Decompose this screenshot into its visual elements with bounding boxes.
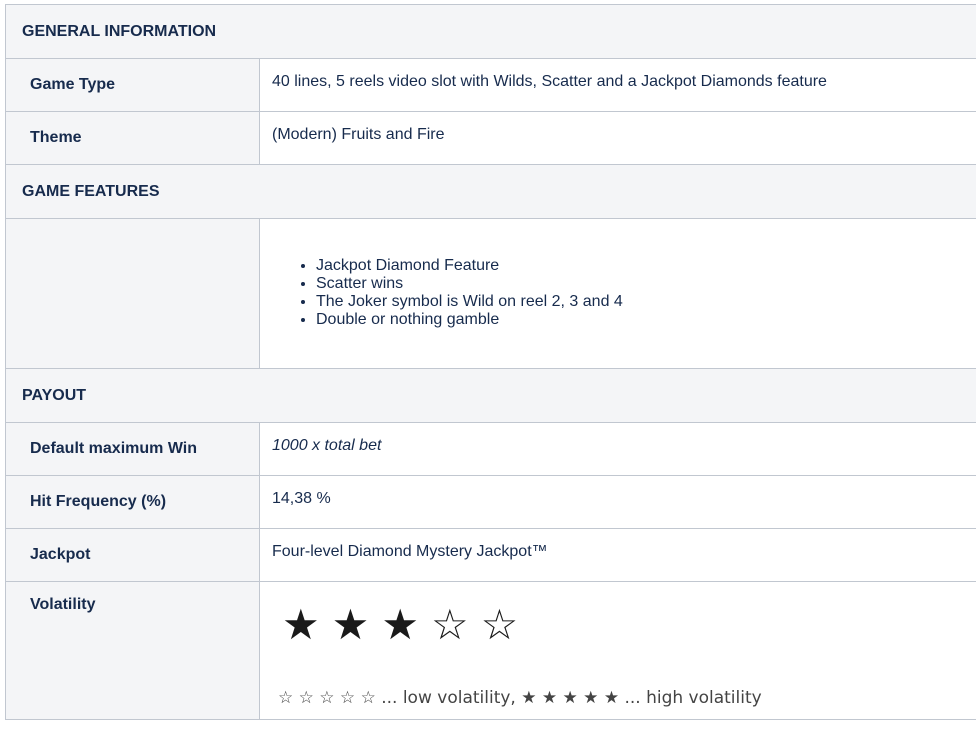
features-list-cell: Jackpot Diamond Feature Scatter wins The… <box>258 218 976 369</box>
star-icon: ★ <box>381 600 423 649</box>
star-icon: ★ <box>282 600 324 649</box>
hit-frequency-label: Hit Frequency (%) <box>5 475 260 529</box>
volatility-legend: ☆ ☆ ☆ ☆ ☆ ... low volatility, ★ ★ ★ ★ ★ … <box>278 688 762 708</box>
features-label-empty <box>5 218 260 369</box>
jackpot-value: Four-level Diamond Mystery Jackpot™ <box>258 528 976 582</box>
game-type-value: 40 lines, 5 reels video slot with Wilds,… <box>258 58 976 112</box>
max-win-value: 1000 x total bet <box>258 422 976 476</box>
star-icon: ★ <box>331 600 374 649</box>
game-type-label: Game Type <box>5 58 260 112</box>
features-list: Jackpot Diamond Feature Scatter wins The… <box>272 257 964 329</box>
jackpot-label: Jackpot <box>5 528 260 582</box>
row-features: Jackpot Diamond Feature Scatter wins The… <box>5 218 976 369</box>
volatility-rating: ★ ★ ★ ☆ ☆ <box>282 600 964 650</box>
star-outline-icon: ☆ <box>430 600 473 649</box>
volatility-cell: ★ ★ ★ ☆ ☆ ☆ ☆ ☆ ☆ ☆ ... low volatility, ★ ★ … <box>258 581 976 720</box>
section-title: GAME FEATURES <box>4 164 976 219</box>
row-jackpot: Jackpot Four-level Diamond Mystery Jackp… <box>5 528 976 582</box>
section-title: PAYOUT <box>4 368 976 423</box>
list-item: Scatter wins <box>316 275 964 293</box>
row-hit-frequency: Hit Frequency (%) 14,38 % <box>5 475 976 529</box>
section-title: GENERAL INFORMATION <box>4 4 976 59</box>
section-payout: PAYOUT <box>4 368 976 423</box>
hit-frequency-value: 14,38 % <box>258 475 976 529</box>
list-item: Jackpot Diamond Feature <box>316 257 964 275</box>
star-outline-icon: ☆ <box>480 600 523 649</box>
row-volatility: Volatility ★ ★ ★ ☆ ☆ ☆ ☆ ☆ ☆ ☆ ... low volat… <box>5 581 976 720</box>
theme-label: Theme <box>5 111 260 165</box>
theme-value: (Modern) Fruits and Fire <box>258 111 976 165</box>
game-info-table: GENERAL INFORMATION Game Type 40 lines, … <box>4 4 976 720</box>
section-general-information: GENERAL INFORMATION <box>4 4 976 59</box>
volatility-label: Volatility <box>5 581 260 720</box>
row-max-win: Default maximum Win 1000 x total bet <box>5 422 976 476</box>
list-item: The Joker symbol is Wild on reel 2, 3 an… <box>316 293 964 311</box>
row-game-type: Game Type 40 lines, 5 reels video slot w… <box>5 58 976 112</box>
row-theme: Theme (Modern) Fruits and Fire <box>5 111 976 165</box>
list-item: Double or nothing gamble <box>316 311 964 329</box>
max-win-label: Default maximum Win <box>5 422 260 476</box>
section-game-features: GAME FEATURES <box>4 164 976 219</box>
